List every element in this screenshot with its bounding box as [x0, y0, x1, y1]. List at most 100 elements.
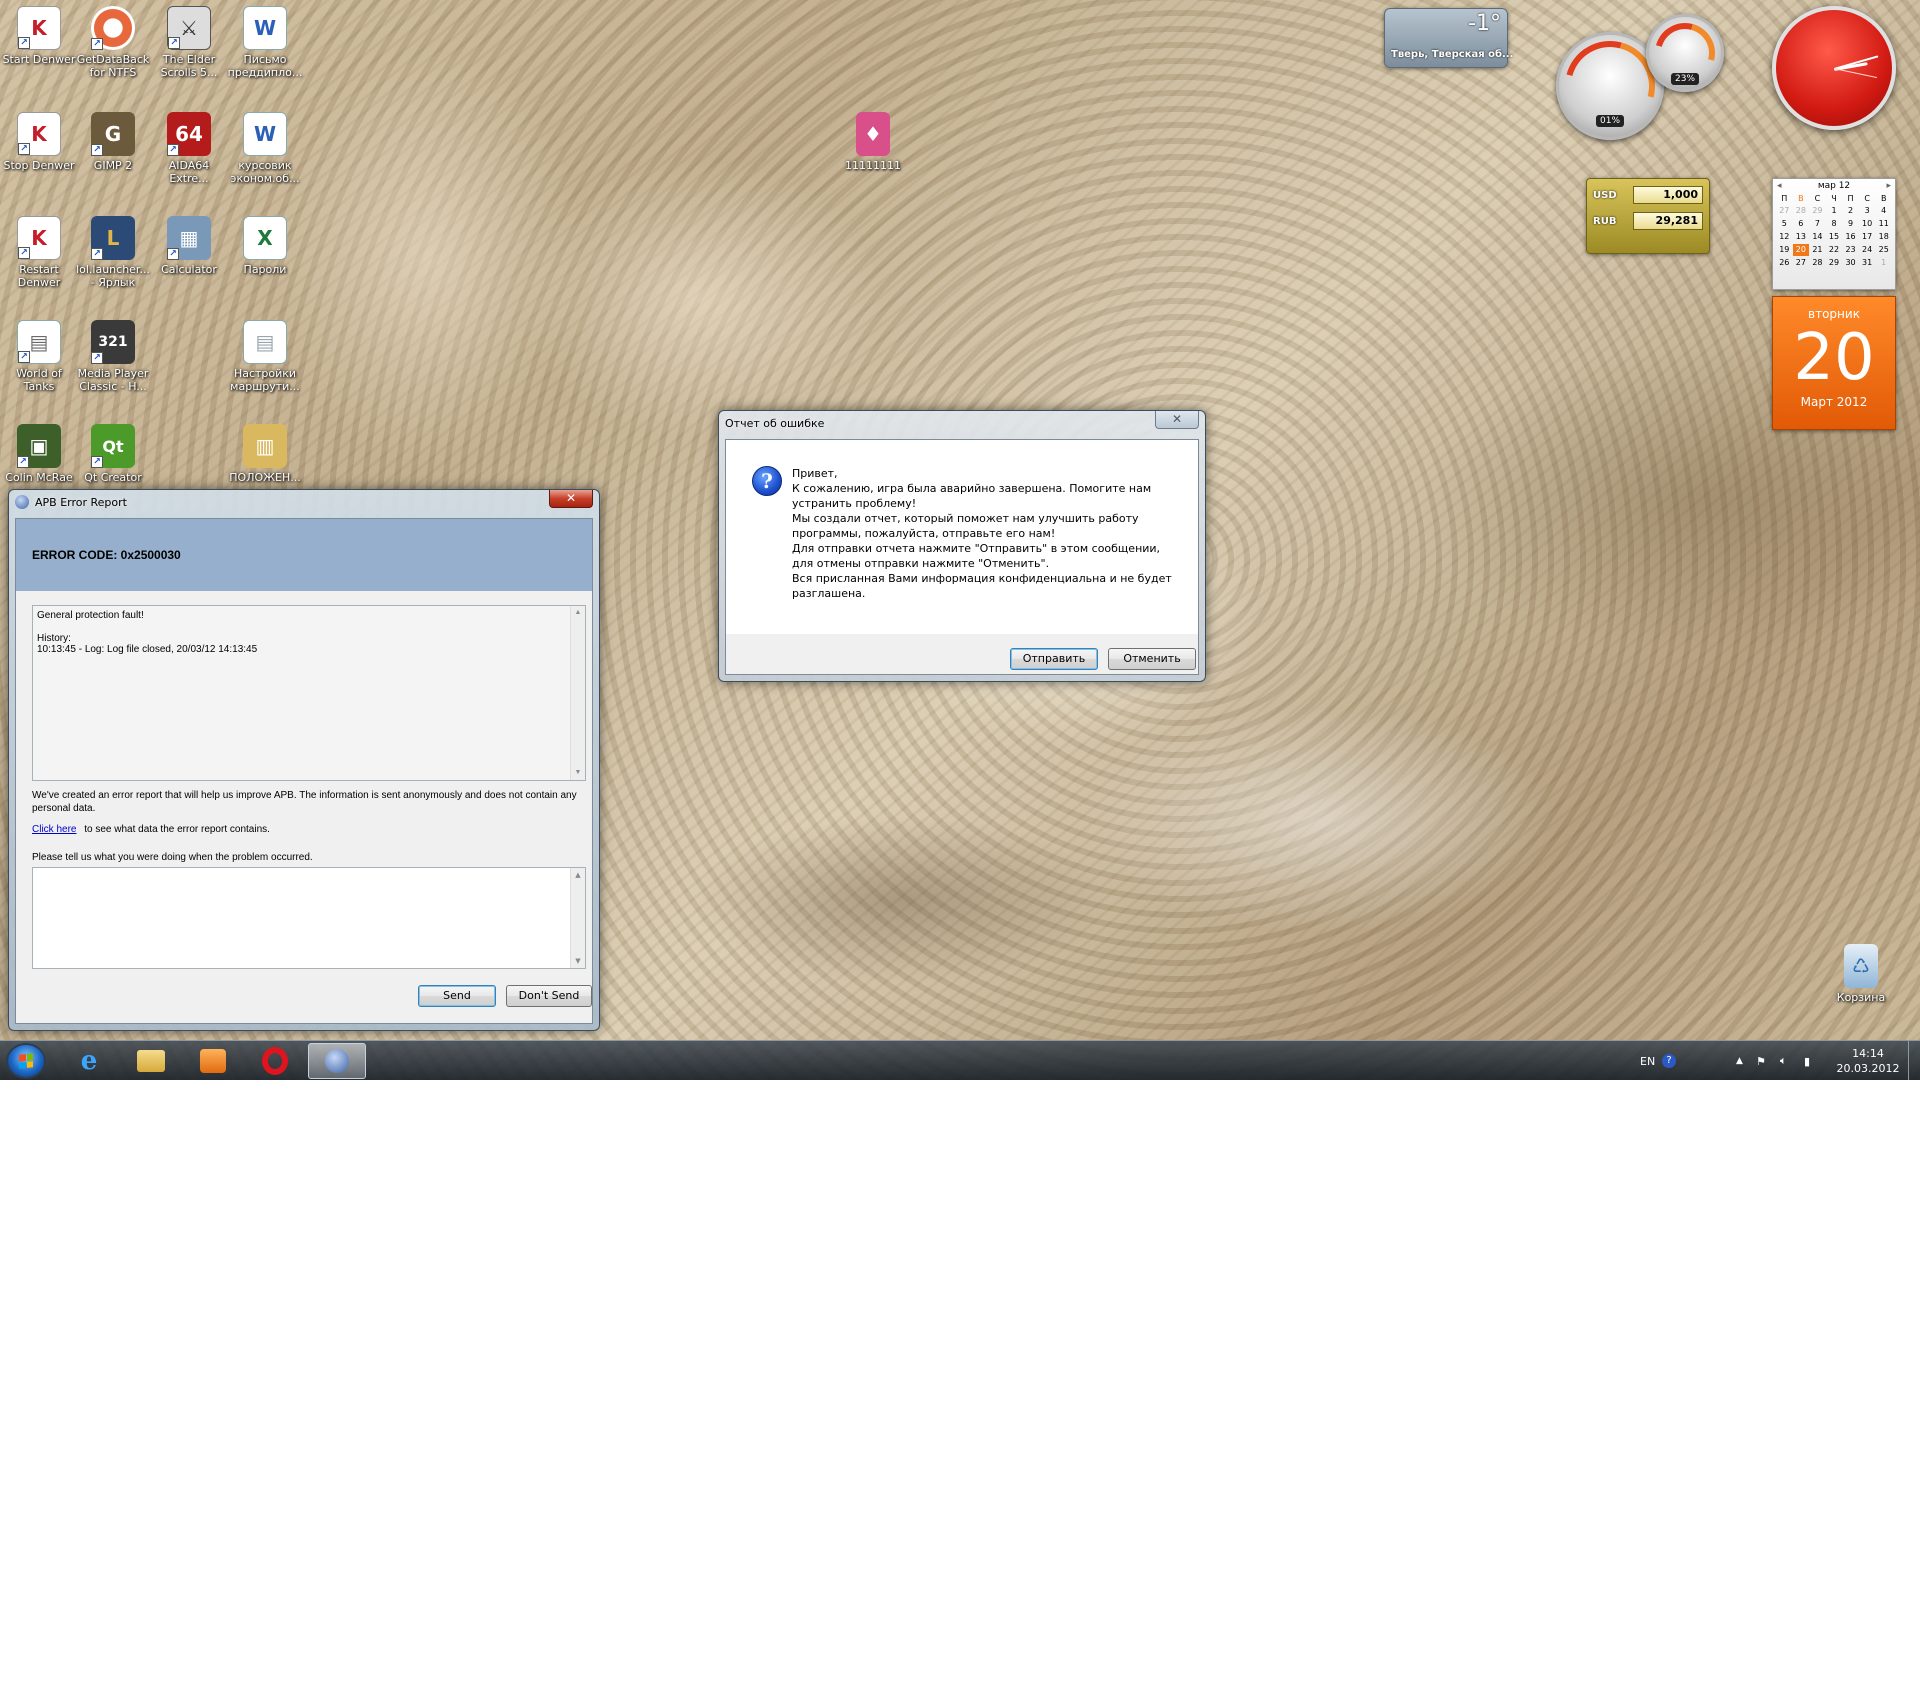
calendar-day[interactable]: 3: [1859, 205, 1876, 217]
calendar-day[interactable]: 11: [1875, 218, 1892, 230]
weather-gadget[interactable]: -1° Тверь, Тверская об...: [1384, 8, 1513, 68]
calendar-prev-icon[interactable]: ◂: [1777, 179, 1782, 193]
scroll-down-icon[interactable]: ▼: [571, 954, 585, 968]
taskbar-apb-active[interactable]: [308, 1043, 366, 1079]
taskbar-opera[interactable]: [246, 1043, 304, 1079]
start-button[interactable]: [6, 1043, 46, 1079]
apb-send-button[interactable]: Send: [418, 985, 496, 1007]
desktop-icon-colin-mcrae[interactable]: ▣ ↗ Colin McRae: [0, 424, 78, 484]
language-bar-help-icon[interactable]: ?: [1662, 1041, 1676, 1080]
calendar-day[interactable]: 30: [1842, 257, 1859, 269]
calendar-day[interactable]: 29: [1826, 257, 1843, 269]
calendar-day[interactable]: 23: [1842, 244, 1859, 256]
calendar-day[interactable]: 12: [1776, 231, 1793, 243]
apb-titlebar[interactable]: APB Error Report ✕: [9, 490, 599, 514]
apb-description-scrollbar[interactable]: ▲ ▼: [570, 868, 585, 968]
taskbar-internet-explorer[interactable]: e: [60, 1043, 118, 1079]
taskbar-clock[interactable]: 14:14 20.03.2012: [1830, 1041, 1906, 1080]
calendar-day[interactable]: 14: [1809, 231, 1826, 243]
desktop-icon-aida64[interactable]: 64 ↗ AIDA64 Extre...: [150, 112, 228, 185]
calendar-day[interactable]: 17: [1859, 231, 1876, 243]
desktop-icon-word-letter[interactable]: W Письмо преддипло...: [226, 6, 304, 79]
calendar-day[interactable]: 19: [1776, 244, 1793, 256]
apb-close-button[interactable]: ✕: [549, 490, 593, 508]
question-icon: ?: [752, 466, 782, 496]
network-icon[interactable]: ▮: [1804, 1041, 1810, 1080]
calendar-day[interactable]: 24: [1859, 244, 1876, 256]
desktop-icon-world-of-tanks[interactable]: ▤ ↗ World of Tanks: [0, 320, 78, 393]
taskbar-explorer[interactable]: [122, 1043, 180, 1079]
calendar-day[interactable]: 8: [1826, 218, 1843, 230]
apb-click-here-link[interactable]: Click here: [32, 824, 76, 835]
apb-log-scrollbar[interactable]: ▲ ▼: [570, 606, 585, 780]
calendar-day[interactable]: 5: [1776, 218, 1793, 230]
desktop-icon-calculator[interactable]: ▦ ↗ Calculator: [150, 216, 228, 276]
apb-description-input[interactable]: ▲ ▼: [32, 867, 586, 969]
ru-message: Привет, К сожалению, игра была аварийно …: [792, 467, 1172, 600]
currency-gadget[interactable]: USD 1,000 RUB 29,281: [1586, 178, 1710, 254]
calendar-day[interactable]: 18: [1875, 231, 1892, 243]
desktop-icon-gimp[interactable]: G ↗ GIMP 2: [74, 112, 152, 172]
apb-dont-send-button[interactable]: Don't Send: [506, 985, 592, 1007]
desktop-icon-restart-denwer[interactable]: K ↗ Restart Denwer: [0, 216, 78, 289]
calendar-day[interactable]: 27: [1793, 257, 1810, 269]
excel-document-icon: X: [243, 216, 287, 260]
calendar-day[interactable]: 7: [1809, 218, 1826, 230]
desktop-icon-image-11111111[interactable]: ♦ 11111111: [834, 112, 912, 172]
calendar-day[interactable]: 16: [1842, 231, 1859, 243]
desktop-icon-word-coursework[interactable]: W курсовик эконом.об...: [226, 112, 304, 185]
desktop-icon-media-player[interactable]: 321 ↗ Media Player Classic - H...: [74, 320, 152, 393]
calendar-day[interactable]: 4: [1875, 205, 1892, 217]
memory-gauge-gadget[interactable]: 23%: [1644, 12, 1726, 94]
desktop-icon-passwords[interactable]: X Пароли: [226, 216, 304, 276]
calendar-day[interactable]: 22: [1826, 244, 1843, 256]
calendar-day[interactable]: 31: [1859, 257, 1876, 269]
weather-city: Тверь, Тверская об...: [1391, 49, 1514, 60]
desktop-icon-elder-scrolls[interactable]: ⚔ ↗ The Elder Scrolls 5...: [150, 6, 228, 79]
desktop-icon-route-settings[interactable]: ▤ Настройки маршрути...: [226, 320, 304, 393]
action-center-flag-icon[interactable]: ⚑: [1756, 1041, 1766, 1080]
cpu-gauge-reading: 01%: [1595, 115, 1625, 127]
show-desktop-button[interactable]: [1908, 1041, 1920, 1080]
clock-gadget[interactable]: [1772, 6, 1896, 130]
calendar-gadget[interactable]: ◂ мар 12 ▸ ПВСЧПСВ 27 28 29 1 2 3 4 5 6 7 8 9 10 11 12…: [1772, 178, 1896, 432]
calendar-day[interactable]: 25: [1875, 244, 1892, 256]
volume-icon[interactable]: 🔈︎: [1780, 1041, 1787, 1080]
taskbar-media-player[interactable]: [184, 1043, 242, 1079]
calendar-day[interactable]: 27: [1776, 205, 1793, 217]
calendar-day[interactable]: 2: [1842, 205, 1859, 217]
show-hidden-icons-icon[interactable]: ▲: [1736, 1041, 1743, 1080]
calendar-day[interactable]: 26: [1776, 257, 1793, 269]
calendar-next-icon[interactable]: ▸: [1886, 179, 1891, 193]
calendar-day[interactable]: 6: [1793, 218, 1810, 230]
desktop-icon-recycle-bin[interactable]: ♺ Корзина: [1822, 944, 1900, 1004]
ru-send-button[interactable]: Отправить: [1010, 648, 1098, 670]
calendar-day[interactable]: 10: [1859, 218, 1876, 230]
calendar-day[interactable]: 29: [1809, 205, 1826, 217]
ru-cancel-button[interactable]: Отменить: [1108, 648, 1196, 670]
calendar-day[interactable]: 20: [1792, 244, 1810, 256]
scroll-down-icon[interactable]: ▼: [571, 766, 585, 780]
calendar-day[interactable]: 9: [1842, 218, 1859, 230]
calendar-day[interactable]: 28: [1793, 205, 1810, 217]
desktop-icon-start-denwer[interactable]: K ↗ Start Denwer: [0, 6, 78, 66]
calendar-day[interactable]: 13: [1793, 231, 1810, 243]
calendar-day[interactable]: 15: [1826, 231, 1843, 243]
language-indicator[interactable]: EN: [1640, 1041, 1655, 1080]
apb-app-icon: [15, 495, 29, 509]
desktop-icon-stop-denwer[interactable]: K ↗ Stop Denwer: [0, 112, 78, 172]
desktop-icon-lol-launcher[interactable]: L ↗ lol.launcher... - Ярлык: [74, 216, 152, 289]
desktop-icon-qt-creator[interactable]: Qt ↗ Qt Creator: [74, 424, 152, 484]
scroll-up-icon[interactable]: ▲: [571, 606, 585, 620]
calendar-day[interactable]: 1: [1826, 205, 1843, 217]
desktop-icon-folder-regulations[interactable]: ▥ ПОЛОЖЕН...: [226, 424, 304, 484]
scroll-up-icon[interactable]: ▲: [571, 868, 585, 882]
calendar-day[interactable]: 21: [1809, 244, 1826, 256]
calendar-day[interactable]: 28: [1809, 257, 1826, 269]
qt-creator-icon: Qt ↗: [91, 424, 135, 468]
ru-titlebar[interactable]: Отчет об ошибке ✕: [719, 411, 1205, 435]
desktop-icon-getdataback[interactable]: ↗ GetDataBack for NTFS: [74, 6, 152, 79]
calendar-day[interactable]: 1: [1875, 257, 1892, 269]
ru-close-button[interactable]: ✕: [1155, 411, 1199, 429]
apb-log-textbox[interactable]: General protection fault! History: 10:13…: [32, 605, 586, 781]
